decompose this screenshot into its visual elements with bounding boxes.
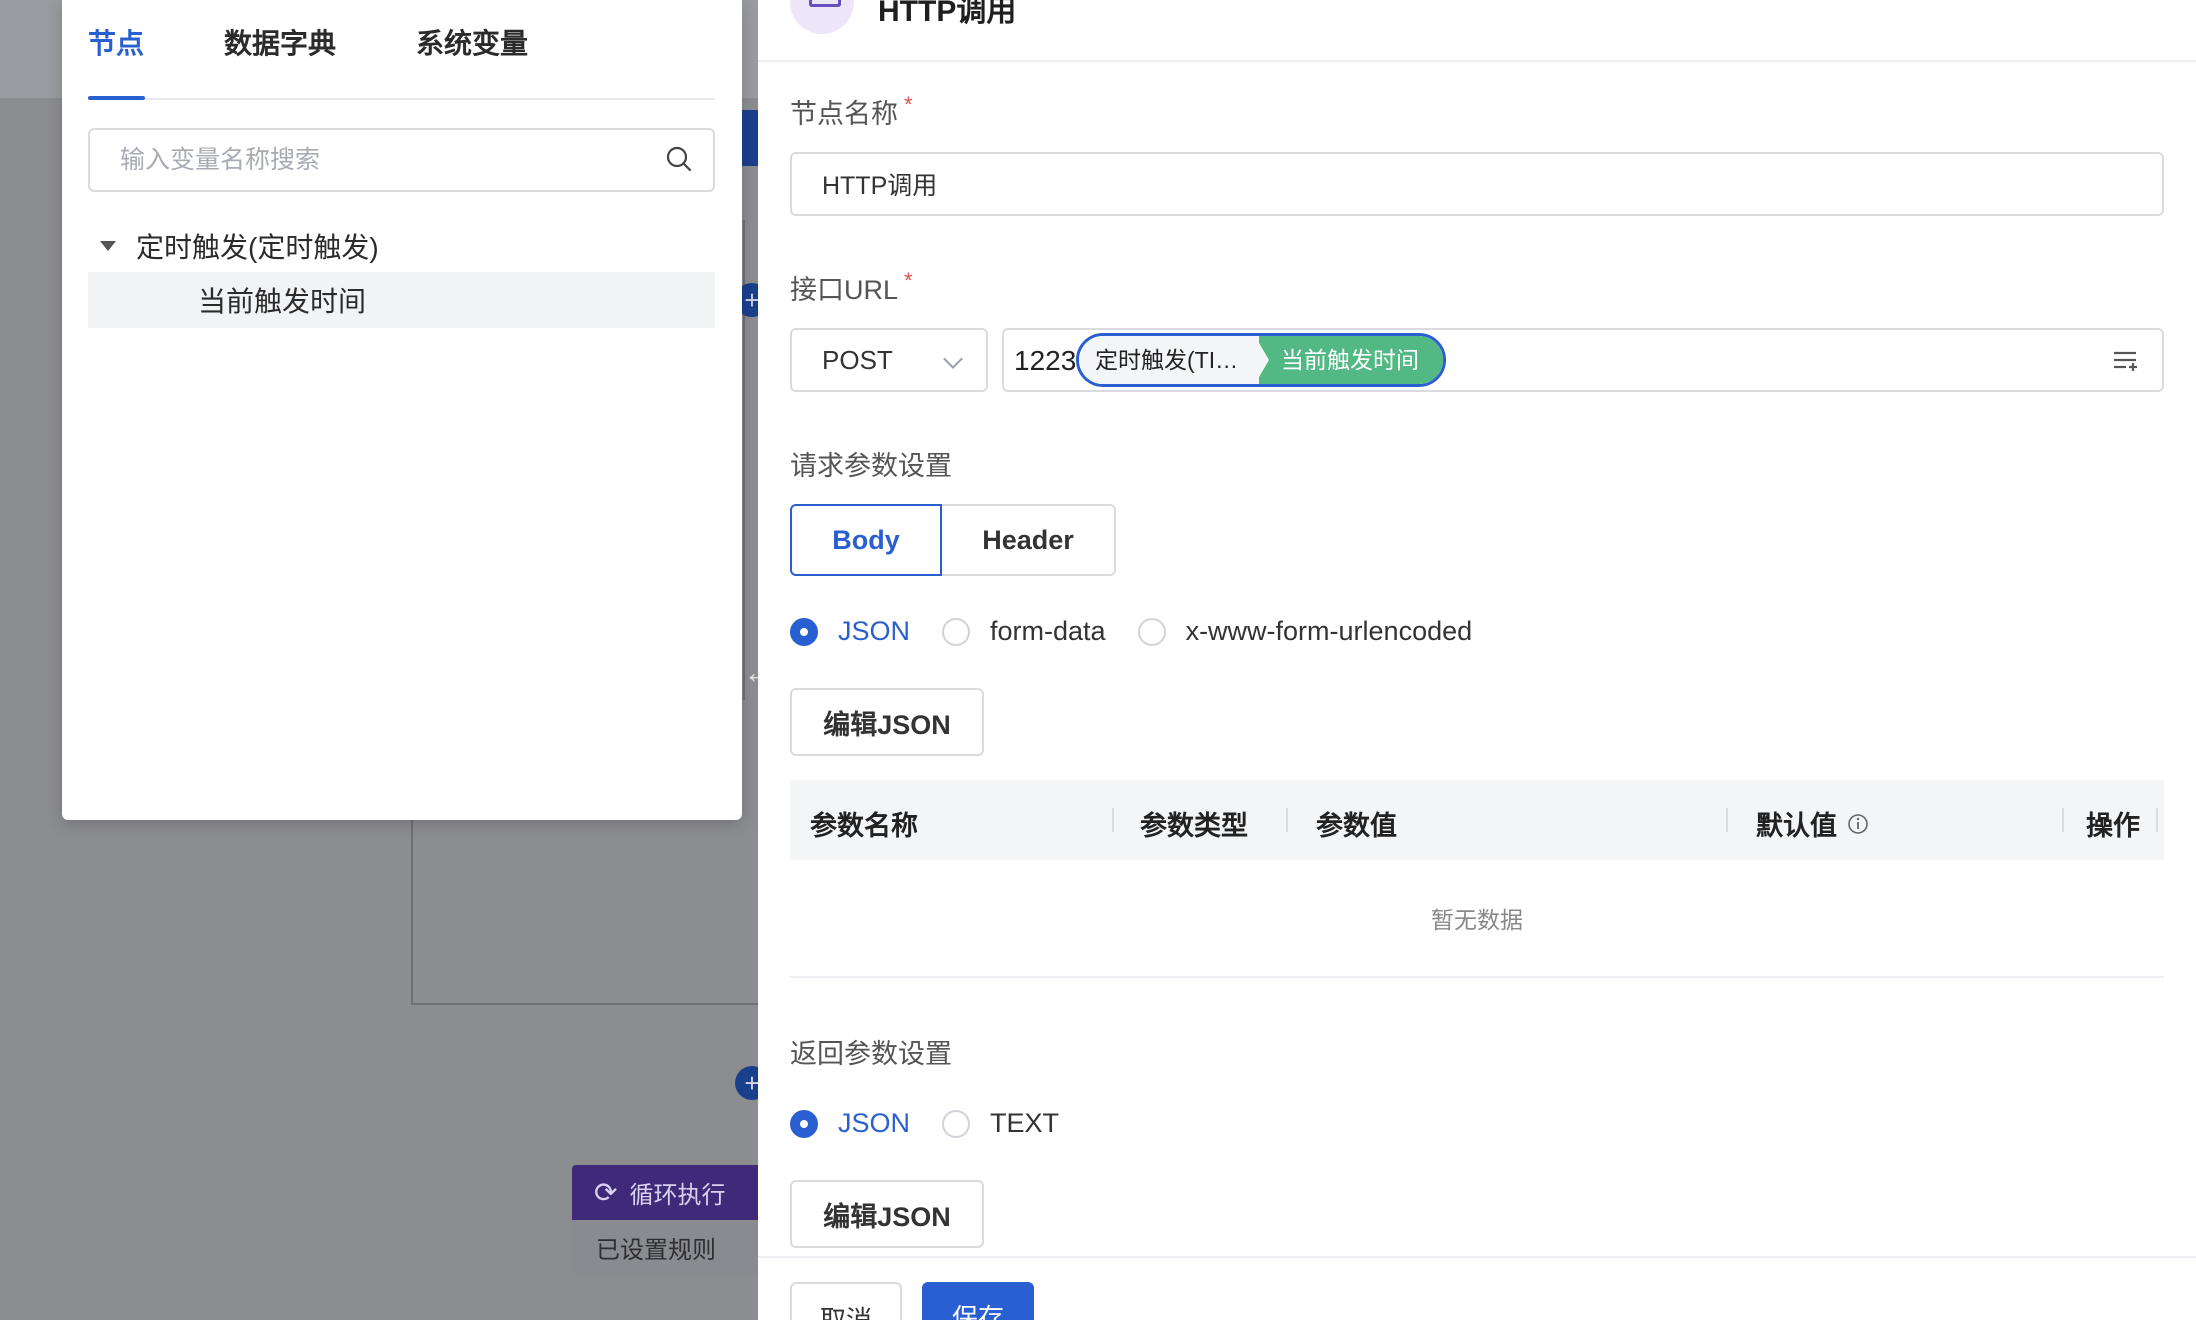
http-call-drawer: HTTP调用 节点名称 * HTTP调用 接口URL * POST 1223 定时触…: [758, 0, 2196, 1320]
radio-label: JSON: [838, 616, 911, 646]
drawer-footer: 取消 保存: [758, 1256, 2196, 1320]
variable-search-input[interactable]: [90, 130, 660, 190]
tab-system-variables[interactable]: 系统变量: [416, 22, 528, 62]
search-icon[interactable]: [665, 145, 693, 173]
table-empty-state: 暂无数据: [790, 860, 2164, 978]
tree-item-current-trigger-time[interactable]: 当前触发时间: [88, 272, 715, 328]
column-default-value-label: 默认值: [1756, 811, 1837, 841]
insert-variable-icon[interactable]: [2112, 350, 2140, 372]
radio-form-data[interactable]: form-data: [942, 616, 1106, 647]
body-type-radio-group: JSON form-data x-www-form-urlencoded: [790, 616, 1504, 647]
column-actions: 操作: [2086, 811, 2140, 841]
node-name-label: 节点名称 *: [790, 92, 913, 131]
radio-label: form-data: [990, 616, 1106, 646]
response-params-label: 返回参数设置: [790, 1039, 952, 1069]
info-icon[interactable]: [1847, 813, 1869, 835]
required-mark: *: [904, 92, 913, 117]
method-value: POST: [822, 344, 893, 375]
drawer-title: HTTP调用: [878, 0, 1017, 28]
radio-x-www-form-urlencoded[interactable]: x-www-form-urlencoded: [1137, 616, 1473, 647]
url-variable-tag[interactable]: 定时触发(TI… 当前触发时间: [1076, 333, 1446, 387]
caret-down-icon[interactable]: [100, 241, 116, 251]
http-node-icon: [790, 0, 854, 34]
refresh-icon: ⟳: [594, 1177, 618, 1208]
radio-dot: [1137, 617, 1166, 646]
column-divider: [1726, 808, 1728, 832]
active-tab-indicator: [88, 96, 145, 100]
radio-response-json[interactable]: JSON: [790, 1108, 910, 1139]
column-divider: [1112, 808, 1114, 832]
column-divider: [2062, 808, 2064, 832]
radio-dot: [942, 617, 971, 646]
variable-separator: [1255, 336, 1269, 384]
column-param-name: 参数名称: [810, 811, 918, 841]
tab-nodes[interactable]: 节点: [88, 22, 144, 62]
variable-source: 定时触发(TI…: [1079, 336, 1259, 384]
radio-dot: [790, 617, 818, 646]
url-label-text: 接口URL: [790, 275, 899, 305]
column-default-value: 默认值: [1756, 804, 1869, 843]
variable-picker-popover: 节点 数据字典 系统变量 定时触发(定时触发) 当前触发时间: [62, 0, 742, 820]
loop-node-header: ⟳ 循环执行: [572, 1165, 772, 1220]
edit-json-button[interactable]: 编辑JSON: [790, 688, 984, 756]
tab-body[interactable]: Body: [790, 504, 942, 576]
chevron-down-icon: [943, 349, 963, 369]
url-label: 接口URL *: [790, 268, 913, 307]
loop-node-card[interactable]: ⟳ 循环执行 已设置规则: [572, 1165, 772, 1275]
radio-response-text[interactable]: TEXT: [942, 1108, 1059, 1139]
node-name-input[interactable]: HTTP调用: [790, 152, 2164, 216]
request-params-label: 请求参数设置: [790, 451, 952, 481]
save-button[interactable]: 保存: [922, 1282, 1034, 1320]
column-param-value: 参数值: [1316, 811, 1397, 841]
url-input[interactable]: 1223 定时触发(TI… 当前触发时间: [1002, 328, 2164, 392]
url-prefix-text: 1223: [1014, 345, 1077, 376]
tree-node-label: 定时触发(定时触发): [136, 232, 379, 263]
response-type-radio-group: JSON TEXT: [790, 1108, 1091, 1139]
loop-node-status: 已设置规则: [596, 1237, 716, 1264]
variable-field: 当前触发时间: [1259, 336, 1443, 384]
tab-header[interactable]: Header: [940, 504, 1116, 576]
radio-dot: [790, 1109, 818, 1138]
tree-node-timer-trigger[interactable]: 定时触发(定时触发): [100, 226, 379, 266]
node-name-label-text: 节点名称: [790, 99, 898, 129]
radio-label: TEXT: [990, 1108, 1060, 1138]
variable-search-box: [88, 128, 715, 192]
column-divider: [1286, 808, 1288, 832]
column-divider: [2156, 808, 2158, 832]
drawer-header: HTTP调用: [758, 0, 2196, 62]
radio-label: JSON: [838, 1108, 911, 1138]
radio-dot: [942, 1109, 971, 1138]
radio-label: x-www-form-urlencoded: [1185, 616, 1473, 646]
radio-json[interactable]: JSON: [790, 616, 910, 647]
tab-data-dictionary[interactable]: 数据字典: [224, 22, 336, 62]
required-mark: *: [904, 268, 913, 293]
response-edit-json-button[interactable]: 编辑JSON: [790, 1180, 984, 1248]
cancel-button[interactable]: 取消: [790, 1282, 902, 1320]
method-select[interactable]: POST: [790, 328, 988, 392]
loop-node-title: 循环执行: [629, 1182, 726, 1209]
column-param-type: 参数类型: [1140, 811, 1248, 841]
variable-tabs: 节点 数据字典 系统变量: [88, 0, 715, 100]
params-table-header: 参数名称 参数类型 参数值 默认值 操作: [790, 780, 2164, 860]
